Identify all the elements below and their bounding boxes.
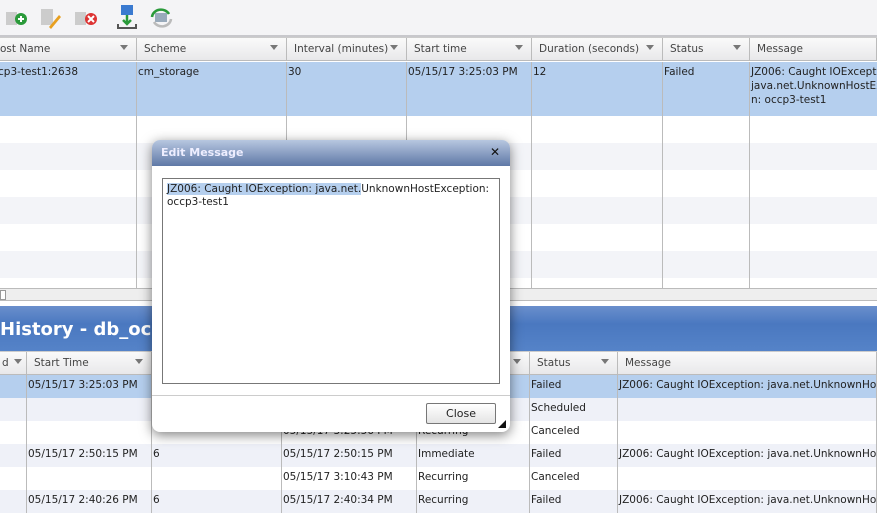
- cell-message: JZ006: Caught IOException: java.net.Unkn…: [618, 375, 877, 398]
- filter-icon[interactable]: [601, 359, 609, 364]
- cell-id: [0, 421, 27, 444]
- cell-id: [0, 375, 27, 398]
- col-start-time[interactable]: Start time: [407, 38, 532, 61]
- cell-start: 05/15/17 2:50:15 PM: [27, 444, 152, 467]
- filter-icon[interactable]: [270, 45, 278, 50]
- cell-start: [27, 421, 152, 444]
- cell-message: [618, 398, 877, 421]
- cell-c3: 6: [152, 444, 282, 467]
- cell-start: [27, 467, 152, 490]
- cell-type: Recurring: [417, 467, 530, 490]
- col-start-time[interactable]: Start Time: [27, 352, 152, 375]
- cell-status: Failed: [530, 375, 618, 398]
- col-label: d: [2, 357, 9, 369]
- cell-c3: [152, 467, 282, 490]
- col-label: Message: [625, 357, 672, 369]
- col-message[interactable]: Message: [750, 38, 877, 61]
- filter-icon[interactable]: [733, 45, 741, 50]
- col-label: Interval (minutes): [294, 43, 389, 55]
- close-icon[interactable]: ✕: [490, 145, 500, 159]
- cell-interval: 30: [287, 62, 407, 116]
- col-label: Message: [757, 43, 804, 55]
- cell-status: Canceled: [530, 421, 618, 444]
- edit-message-dialog: Edit Message ✕ JZ006: Caught IOException…: [152, 140, 510, 432]
- add-icon[interactable]: [4, 6, 30, 30]
- col-message[interactable]: Message: [618, 352, 877, 375]
- cell-start: [27, 398, 152, 421]
- cell-start: 05/15/17 3:25:03 PM: [407, 62, 532, 116]
- filter-icon[interactable]: [14, 359, 22, 364]
- table-row[interactable]: 05/15/17 3:10:43 PM Recurring Canceled: [0, 467, 877, 490]
- filter-icon[interactable]: [646, 45, 654, 50]
- cell-status: Failed: [663, 62, 750, 116]
- cell-message: JZ006: Caught IOException: java.net.Unkn…: [618, 444, 877, 467]
- col-label: Status: [670, 43, 704, 55]
- close-button[interactable]: Close: [426, 403, 496, 424]
- cell-scheme: cm_storage: [137, 62, 287, 116]
- table-row[interactable]: 05/15/17 2:50:15 PM 6 05/15/17 2:50:15 PM I…: [0, 444, 877, 467]
- dialog-title: Edit Message: [152, 140, 510, 166]
- delete-icon[interactable]: [74, 6, 100, 30]
- message-textarea[interactable]: JZ006: Caught IOException: java.net.Unkn…: [162, 178, 500, 384]
- message-line: n: occp3-test1: [751, 94, 827, 106]
- cell-status: Scheduled: [530, 398, 618, 421]
- cell-id: [0, 398, 27, 421]
- col-status[interactable]: Status: [663, 38, 750, 61]
- dialog-footer-divider: [152, 395, 510, 396]
- cell-message: [618, 467, 877, 490]
- filter-icon[interactable]: [120, 45, 128, 50]
- col-host-name[interactable]: ost Name: [0, 38, 137, 61]
- edit-icon[interactable]: [38, 6, 64, 30]
- resize-grip-icon[interactable]: [498, 420, 506, 428]
- filter-icon[interactable]: [513, 359, 521, 364]
- cell-host: cp3-test1:2638: [0, 62, 137, 116]
- col-status[interactable]: Status: [530, 352, 618, 375]
- scrollbar-thumb[interactable]: [0, 290, 6, 300]
- refresh-icon[interactable]: [149, 6, 175, 30]
- col-label: Scheme: [144, 43, 187, 55]
- cell-message: [618, 421, 877, 444]
- cell-duration: 12: [532, 62, 663, 116]
- cell-id: [0, 467, 27, 490]
- cell-id: [0, 444, 27, 467]
- col-label: Start time: [414, 43, 467, 55]
- cell-status: Failed: [530, 444, 618, 467]
- message-line: java.net.UnknownHostExceptio: [751, 80, 877, 92]
- col-label: Status: [537, 357, 571, 369]
- filter-icon[interactable]: [390, 45, 398, 50]
- toolbar: [0, 0, 877, 37]
- col-scheme[interactable]: Scheme: [137, 38, 287, 61]
- col-id[interactable]: d: [0, 352, 27, 375]
- cell-status: Canceled: [530, 467, 618, 490]
- cell-type: Immediate: [417, 444, 530, 467]
- cell-start: 05/15/17 3:25:03 PM: [27, 375, 152, 398]
- table-row[interactable]: cp3-test1:2638 cm_storage 30 05/15/17 3:…: [0, 62, 877, 116]
- selected-text: JZ006: Caught IOException: java.net.: [167, 183, 362, 195]
- col-interval[interactable]: Interval (minutes): [287, 38, 407, 61]
- col-label: ost Name: [0, 43, 51, 55]
- cell-c4: 05/15/17 3:10:43 PM: [282, 467, 417, 490]
- filter-icon[interactable]: [135, 359, 143, 364]
- download-icon[interactable]: [114, 5, 140, 30]
- col-duration[interactable]: Duration (seconds): [532, 38, 663, 61]
- cell-c4: 05/15/17 2:50:15 PM: [282, 444, 417, 467]
- col-label: Start Time: [34, 357, 89, 369]
- message-line: JZ006: Caught IOException:: [751, 66, 877, 78]
- col-label: Duration (seconds): [539, 43, 640, 55]
- grid-header: ost Name Scheme Interval (minutes) Start…: [0, 37, 877, 61]
- cell-message: JZ006: Caught IOException: java.net.Unkno…: [750, 62, 877, 116]
- filter-icon[interactable]: [515, 45, 523, 50]
